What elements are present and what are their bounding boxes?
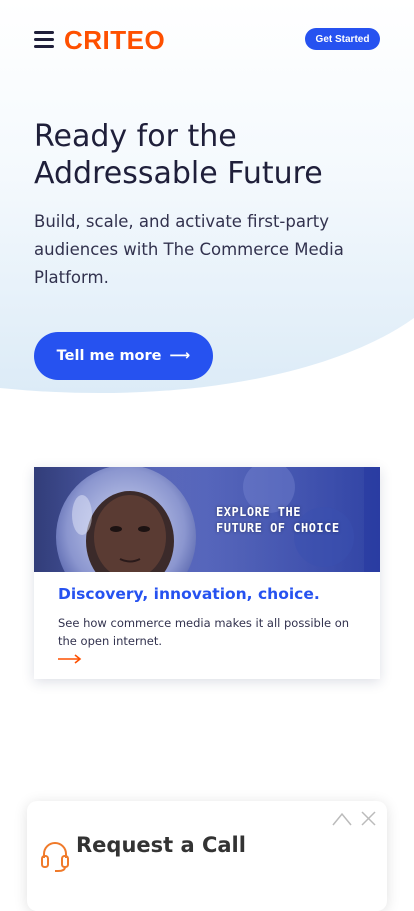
criteo-logo[interactable]: CRITEO [64, 26, 165, 54]
menu-icon[interactable] [34, 31, 54, 48]
get-started-button[interactable]: Get Started [305, 28, 380, 50]
card-image-text: EXPLORE THE FUTURE OF CHOICE [216, 505, 340, 535]
card-description: See how commerce media makes it all poss… [58, 616, 350, 648]
hero-description: Build, scale, and activate first-party a… [34, 212, 344, 287]
card-image-caption: EXPLORE THE FUTURE OF CHOICE [216, 504, 340, 536]
chevron-up-icon[interactable] [332, 812, 352, 826]
arrow-right-icon: ⟶ [169, 348, 191, 364]
request-call-widget[interactable]: Request a Call [27, 801, 387, 911]
card-title[interactable]: Discovery, innovation, choice. [58, 585, 320, 603]
hero-title: Ready for the Addressable Future [34, 119, 323, 191]
headset-icon [41, 842, 69, 872]
close-icon[interactable] [361, 811, 376, 826]
card-image: EXPLORE THE FUTURE OF CHOICE [34, 467, 380, 572]
explore-card[interactable]: EXPLORE THE FUTURE OF CHOICE Discovery, … [34, 467, 380, 679]
arrow-right-icon[interactable] [58, 654, 82, 664]
top-nav: CRITEO Get Started [0, 0, 414, 80]
tell-me-more-button[interactable]: Tell me more ⟶ [34, 332, 213, 380]
request-call-title[interactable]: Request a Call [76, 833, 246, 857]
tell-me-more-label: Tell me more [56, 348, 162, 364]
